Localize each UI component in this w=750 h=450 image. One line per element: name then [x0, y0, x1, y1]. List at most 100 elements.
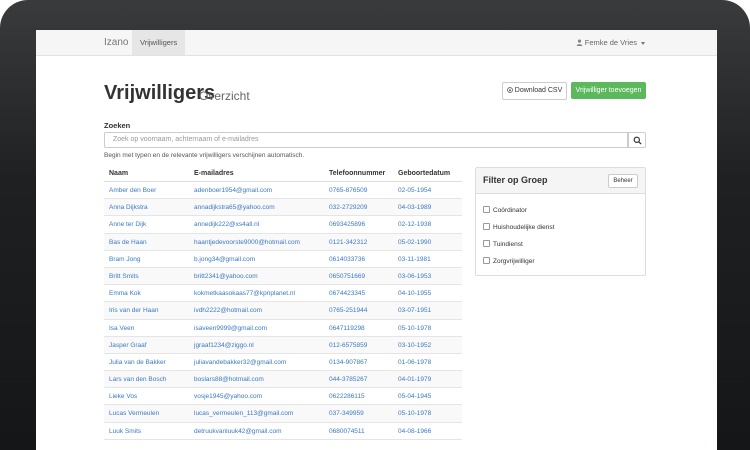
volunteer-birthdate[interactable]: 02-05-1954 — [398, 187, 431, 194]
checkbox[interactable] — [483, 257, 490, 264]
manage-groups-button[interactable]: Beheer — [608, 174, 638, 188]
volunteer-birthdate[interactable]: 05-10-1978 — [398, 325, 431, 332]
table-row[interactable]: Anne ter Dijk annedijk222@xs4all.nl 069342… — [104, 216, 462, 234]
table-row[interactable]: Lieke Vos vosje1945@yahoo.com 0622286115 05… — [104, 388, 462, 406]
table-row[interactable]: Bas de Haan haantjedevoorste9000@hotmail.… — [104, 233, 462, 251]
table-row[interactable]: Britt Smits britt2341@yahoo.com 0650751669… — [104, 267, 462, 286]
checkbox[interactable] — [483, 240, 490, 247]
volunteer-name-link[interactable]: Bas de Haan — [109, 239, 147, 246]
table-row[interactable]: Bram Jong b.jong34@gmail.com 0614033736 03-… — [104, 251, 462, 268]
volunteer-name-link[interactable]: Lucas Vermeulen — [109, 410, 159, 417]
volunteer-birthdate[interactable]: 04-08-1966 — [398, 428, 431, 435]
table-row[interactable]: Jasper Graaf jgraaf1234@ziggo.nl 012-65758… — [104, 336, 462, 354]
volunteer-birthdate[interactable]: 04-03-1989 — [398, 204, 431, 211]
volunteer-name-link[interactable]: Jasper Graaf — [109, 342, 147, 349]
user-name: Femke de Vries — [584, 38, 637, 47]
volunteer-birthdate[interactable]: 05-04-1945 — [398, 393, 431, 400]
volunteer-phone[interactable]: 0134-907867 — [329, 359, 367, 366]
search-input[interactable]: Zoek op voornaam, achternaam of e-mailad… — [104, 132, 628, 148]
volunteer-email-link[interactable]: juliavandebakker32@gmail.com — [194, 359, 286, 366]
volunteer-phone[interactable]: 0693425896 — [329, 221, 365, 228]
user-menu[interactable]: Femke de Vries — [576, 38, 645, 47]
table-row[interactable]: Lars van den Bosch boslars88@hotmail.com 0… — [104, 371, 462, 389]
volunteer-birthdate[interactable]: 03-07-1951 — [398, 307, 431, 314]
column-header-name[interactable]: Naam — [109, 170, 128, 177]
page-subtitle: Overzicht — [199, 89, 250, 103]
table-row[interactable]: Iris van der Haan ivdh2222@hotmail.com 076… — [104, 302, 462, 320]
volunteer-phone[interactable]: 0121-342312 — [329, 239, 367, 246]
volunteer-email-link[interactable]: isaveen9999@gmail.com — [194, 325, 267, 332]
filter-option-coordinator[interactable]: Coördinator — [483, 206, 527, 214]
volunteer-name-link[interactable]: Luuk Smits — [109, 428, 141, 435]
volunteer-phone[interactable]: 0614033736 — [329, 256, 365, 263]
volunteer-birthdate[interactable]: 04-01-1979 — [398, 376, 431, 383]
checkbox[interactable] — [483, 206, 490, 213]
table-row[interactable]: Luuk Smits detruukvanluuk42@gmail.com 0680… — [104, 423, 462, 440]
volunteer-name-link[interactable]: Amber den Boer — [109, 187, 156, 194]
volunteer-name-link[interactable]: Anne ter Dijk — [109, 221, 146, 228]
volunteer-phone[interactable]: 0680074511 — [329, 428, 365, 435]
table-row[interactable]: Amber den Boer adenboer1954@gmail.com 0765… — [104, 182, 462, 200]
volunteer-email-link[interactable]: b.jong34@gmail.com — [194, 256, 255, 263]
column-header-phone[interactable]: Telefoonnummer — [329, 170, 385, 177]
volunteer-birthdate[interactable]: 03-11-1981 — [398, 256, 431, 263]
filter-option-care[interactable]: Zorgvrijwilliger — [483, 257, 535, 265]
volunteer-email-link[interactable]: annedijk222@xs4all.nl — [194, 221, 259, 228]
filter-title: Filter op Groep — [483, 175, 548, 185]
checkbox[interactable] — [483, 223, 490, 230]
volunteer-name-link[interactable]: Iris van der Haan — [109, 307, 159, 314]
volunteer-phone[interactable]: 037-349959 — [329, 410, 364, 417]
volunteer-email-link[interactable]: vosje1945@yahoo.com — [194, 393, 262, 400]
volunteer-email-link[interactable]: ivdh2222@hotmail.com — [194, 307, 262, 314]
volunteer-phone[interactable]: 0765-251944 — [329, 307, 367, 314]
table-body: Amber den Boer adenboer1954@gmail.com 0765… — [104, 182, 462, 440]
filter-option-household[interactable]: Huishoudelijke dienst — [483, 223, 554, 231]
table-row[interactable]: Isa Veen isaveen9999@gmail.com 0647119298 0… — [104, 320, 462, 337]
brand-logo[interactable]: Izano — [104, 37, 128, 48]
table-row[interactable]: Emma Kok kokmetkaasokaas77@kpnplanet.nl 06… — [104, 285, 462, 303]
volunteer-name-link[interactable]: Bram Jong — [109, 256, 140, 263]
volunteer-phone[interactable]: 0765-876509 — [329, 187, 367, 194]
column-header-birthdate[interactable]: Geboortedatum — [398, 170, 450, 177]
volunteer-phone[interactable]: 0647119298 — [329, 325, 365, 332]
volunteer-phone[interactable]: 0674423345 — [329, 290, 365, 297]
volunteer-phone[interactable]: 044-3785267 — [329, 376, 367, 383]
nav-tab-vrijwilligers[interactable]: Vrijwilligers — [132, 30, 186, 55]
volunteer-birthdate[interactable]: 05-10-1978 — [398, 410, 431, 417]
volunteer-phone[interactable]: 0622286115 — [329, 393, 365, 400]
filter-option-label: Zorgvrijwilliger — [493, 258, 535, 265]
volunteer-name-link[interactable]: Julia van de Bakker — [109, 359, 166, 366]
table-row[interactable]: Julia van de Bakker juliavandebakker32@gm… — [104, 354, 462, 372]
volunteer-email-link[interactable]: haantjedevoorste9000@hotmail.com — [194, 239, 300, 246]
volunteer-birthdate[interactable]: 05-02-1990 — [398, 239, 431, 246]
volunteer-email-link[interactable]: kokmetkaasokaas77@kpnplanet.nl — [194, 290, 295, 297]
volunteer-name-link[interactable]: Britt Smits — [109, 273, 139, 280]
filter-option-garden[interactable]: Tuindienst — [483, 240, 523, 248]
volunteer-birthdate[interactable]: 02-12-1938 — [398, 221, 431, 228]
volunteer-name-link[interactable]: Anna Dijkstra — [109, 204, 148, 211]
volunteer-phone[interactable]: 0650751669 — [329, 273, 365, 280]
volunteer-birthdate[interactable]: 03-06-1953 — [398, 273, 431, 280]
volunteer-phone[interactable]: 032-2729209 — [329, 204, 367, 211]
add-volunteer-button[interactable]: Vrijwilliger toevoegen — [571, 82, 646, 99]
volunteer-email-link[interactable]: britt2341@yahoo.com — [194, 273, 258, 280]
volunteer-email-link[interactable]: boslars88@hotmail.com — [194, 376, 264, 383]
volunteer-email-link[interactable]: detruukvanluuk42@gmail.com — [194, 428, 282, 435]
volunteer-phone[interactable]: 012-6575859 — [329, 342, 367, 349]
volunteer-name-link[interactable]: Lieke Vos — [109, 393, 137, 400]
volunteer-email-link[interactable]: jgraaf1234@ziggo.nl — [194, 342, 254, 349]
volunteer-birthdate[interactable]: 03-10-1952 — [398, 342, 431, 349]
volunteer-email-link[interactable]: annadijkstra65@yahoo.com — [194, 204, 275, 211]
search-button[interactable] — [628, 132, 646, 148]
volunteer-name-link[interactable]: Lars van den Bosch — [109, 376, 166, 383]
table-row[interactable]: Lucas Vermeulen lucas_vermeulen_113@gmail… — [104, 405, 462, 423]
volunteer-name-link[interactable]: Emma Kok — [109, 290, 141, 297]
volunteer-email-link[interactable]: lucas_vermeulen_113@gmail.com — [194, 410, 293, 417]
volunteer-birthdate[interactable]: 01-06-1978 — [398, 359, 431, 366]
volunteer-name-link[interactable]: Isa Veen — [109, 325, 134, 332]
table-row[interactable]: Anna Dijkstra annadijkstra65@yahoo.com 032… — [104, 199, 462, 217]
download-csv-button[interactable]: Download CSV — [502, 82, 567, 100]
volunteer-birthdate[interactable]: 04-10-1955 — [398, 290, 431, 297]
volunteer-email-link[interactable]: adenboer1954@gmail.com — [194, 187, 272, 194]
column-header-email[interactable]: E-mailadres — [194, 170, 234, 177]
